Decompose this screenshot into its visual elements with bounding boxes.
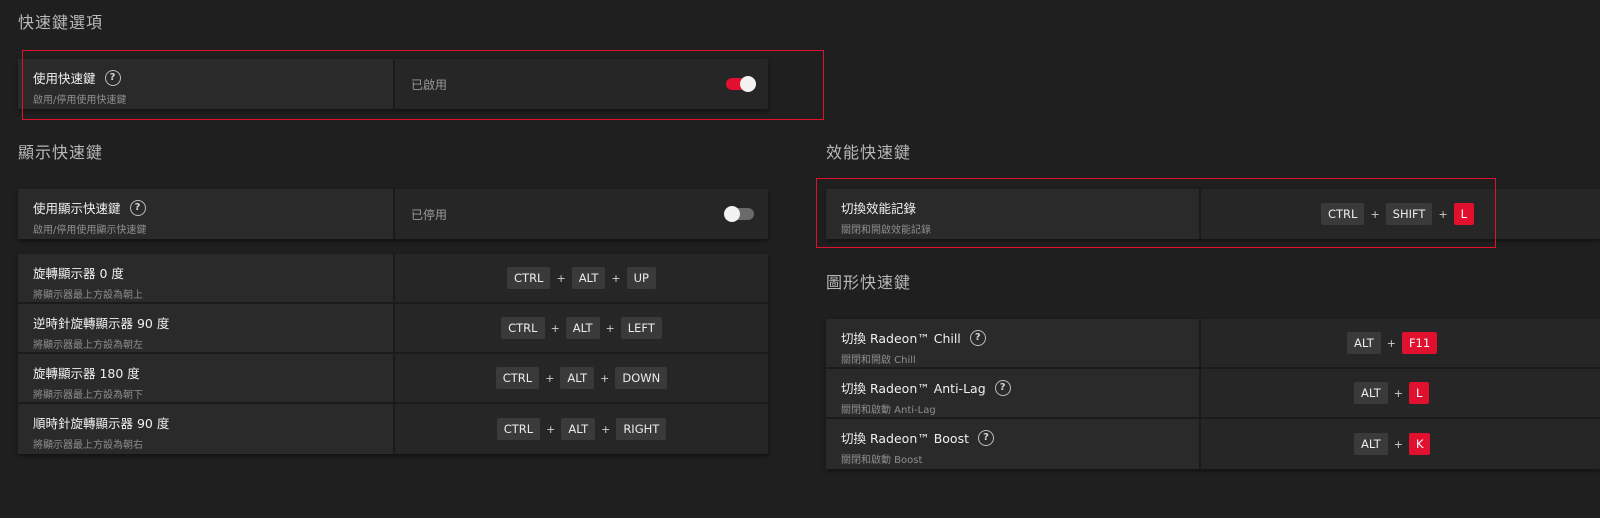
hotkey-title: 旋轉顯示器 0 度	[33, 266, 124, 281]
key-cap: DOWN	[615, 367, 668, 389]
hotkey-title: 切換 Radeon™ Chill	[841, 331, 961, 346]
graphics-hotkeys-list: 切換 Radeon™ Chill ? 關閉和開啟 Chill ALT + F11…	[826, 319, 1600, 469]
use-hotkeys-state: 已啟用	[411, 77, 448, 92]
plus-separator: +	[611, 271, 621, 285]
section-title-display-hotkeys: 顯示快速鍵	[18, 143, 104, 162]
section-title-graphics-hotkeys: 圖形快速鍵	[826, 273, 912, 292]
help-icon[interactable]: ?	[104, 69, 121, 86]
plus-separator: +	[556, 271, 566, 285]
key-cap: ALT	[1354, 382, 1388, 404]
key-cap: CTRL	[495, 367, 540, 389]
plus-separator: +	[1393, 437, 1403, 451]
key-combo[interactable]: CTRL + ALT + RIGHT	[395, 418, 768, 440]
key-cap: ALT	[565, 317, 600, 339]
hotkey-row[interactable]: 順時針旋轉顯示器 90 度 將顯示器最上方設為朝右 CTRL + ALT + R…	[18, 404, 768, 454]
toggle-knob	[740, 76, 756, 92]
use-display-hotkeys-toggle[interactable]	[724, 206, 754, 222]
plus-separator: +	[1393, 386, 1403, 400]
use-hotkeys-toggle[interactable]	[726, 76, 756, 92]
use-display-hotkeys-subtitle: 啟用/停用使用顯示快速鍵	[33, 225, 147, 236]
key-cap: CTRL	[501, 317, 545, 339]
key-cap: L	[1408, 382, 1430, 404]
plus-separator: +	[601, 422, 611, 436]
use-hotkeys-row: 使用快速鍵 ? 啟用/停用使用快速鍵 已啟用	[18, 59, 768, 109]
hotkey-title: 逆時針旋轉顯示器 90 度	[33, 316, 170, 331]
key-cap: L	[1453, 203, 1475, 225]
hotkey-subtitle: 將顯示器最上方設為朝左	[33, 340, 143, 351]
hotkey-title: 切換 Radeon™ Anti-Lag	[841, 381, 986, 396]
hotkey-subtitle: 關閉和啟動 Boost	[841, 455, 923, 466]
key-cap: UP	[626, 267, 656, 289]
hotkey-row[interactable]: 逆時針旋轉顯示器 90 度 將顯示器最上方設為朝左 CTRL + ALT + L…	[18, 304, 768, 354]
hotkey-subtitle: 將顯示器最上方設為朝上	[33, 290, 143, 301]
key-combo[interactable]: CTRL + ALT + LEFT	[395, 317, 768, 339]
hotkey-row[interactable]: 切換 Radeon™ Boost ? 關閉和啟動 Boost ALT + K	[826, 419, 1600, 469]
section-title-performance-hotkeys: 效能快速鍵	[826, 143, 912, 162]
plus-separator: +	[605, 321, 615, 335]
key-cap: SHIFT	[1385, 203, 1433, 225]
key-cap: LEFT	[620, 317, 662, 339]
hotkey-title: 切換效能記錄	[841, 201, 917, 216]
key-cap: CTRL	[1321, 203, 1365, 225]
use-display-hotkeys-title: 使用顯示快速鍵	[33, 201, 121, 216]
key-combo[interactable]: CTRL + ALT + DOWN	[395, 367, 768, 389]
help-icon[interactable]: ?	[129, 199, 146, 216]
key-combo[interactable]: ALT + K	[1354, 433, 1431, 455]
help-icon[interactable]: ?	[978, 429, 994, 446]
display-hotkeys-list: 旋轉顯示器 0 度 將顯示器最上方設為朝上 CTRL + ALT + UP 逆時…	[18, 254, 768, 454]
key-cap: ALT	[1347, 332, 1381, 354]
use-hotkeys-title: 使用快速鍵	[33, 71, 96, 86]
key-combo[interactable]: CTRL + ALT + UP	[395, 267, 768, 289]
key-cap: ALT	[571, 267, 606, 289]
key-cap: F11	[1401, 332, 1438, 354]
hotkey-subtitle: 將顯示器最上方設為朝右	[33, 440, 143, 451]
key-cap: ALT	[560, 367, 595, 389]
key-cap: CTRL	[507, 267, 551, 289]
hotkey-row[interactable]: 旋轉顯示器 180 度 將顯示器最上方設為朝下 CTRL + ALT + DOW…	[18, 354, 768, 404]
key-cap: RIGHT	[616, 418, 667, 440]
hotkey-subtitle: 關閉和開啟 Chill	[841, 355, 916, 366]
hotkey-subtitle: 關閉和啟動 Anti-Lag	[841, 405, 936, 416]
use-display-hotkeys-panel: 使用顯示快速鍵 ? 啟用/停用使用顯示快速鍵 已停用	[18, 189, 768, 239]
plus-separator: +	[1370, 207, 1380, 221]
hotkey-title: 旋轉顯示器 180 度	[33, 366, 140, 381]
toggle-knob	[724, 206, 740, 222]
hotkey-row[interactable]: 切換 Radeon™ Anti-Lag ? 關閉和啟動 Anti-Lag ALT…	[826, 369, 1600, 419]
key-combo[interactable]: ALT + L	[1354, 382, 1430, 404]
use-display-hotkeys-row: 使用顯示快速鍵 ? 啟用/停用使用顯示快速鍵 已停用	[18, 189, 768, 239]
key-cap: CTRL	[496, 418, 541, 440]
hotkey-subtitle: 將顯示器最上方設為朝下	[33, 390, 143, 401]
plus-separator: +	[1438, 207, 1448, 221]
plus-separator: +	[545, 371, 555, 385]
key-cap: ALT	[561, 418, 596, 440]
hotkey-row[interactable]: 切換效能記錄 關閉和開啟效能記錄 CTRL + SHIFT + L	[826, 189, 1600, 239]
plus-separator: +	[546, 422, 556, 436]
help-icon[interactable]: ?	[969, 329, 986, 346]
help-icon[interactable]: ?	[994, 379, 1011, 396]
plus-separator: +	[1386, 336, 1396, 350]
hotkey-title: 順時針旋轉顯示器 90 度	[33, 416, 170, 431]
use-hotkeys-panel: 使用快速鍵 ? 啟用/停用使用快速鍵 已啟用	[18, 59, 768, 109]
key-combo[interactable]: CTRL + SHIFT + L	[1321, 203, 1475, 225]
use-display-hotkeys-state: 已停用	[411, 207, 448, 222]
plus-separator: +	[600, 371, 610, 385]
key-combo[interactable]: ALT + F11	[1347, 332, 1438, 354]
section-title-hotkey-options: 快速鍵選項	[18, 13, 104, 32]
use-hotkeys-subtitle: 啟用/停用使用快速鍵	[33, 95, 127, 106]
hotkey-row[interactable]: 旋轉顯示器 0 度 將顯示器最上方設為朝上 CTRL + ALT + UP	[18, 254, 768, 304]
performance-hotkeys-list: 切換效能記錄 關閉和開啟效能記錄 CTRL + SHIFT + L	[826, 189, 1600, 239]
key-cap: K	[1408, 433, 1431, 455]
hotkey-title: 切換 Radeon™ Boost	[841, 431, 969, 446]
key-cap: ALT	[1354, 433, 1388, 455]
hotkey-row[interactable]: 切換 Radeon™ Chill ? 關閉和開啟 Chill ALT + F11	[826, 319, 1600, 369]
plus-separator: +	[550, 321, 560, 335]
hotkey-subtitle: 關閉和開啟效能記錄	[841, 225, 931, 236]
